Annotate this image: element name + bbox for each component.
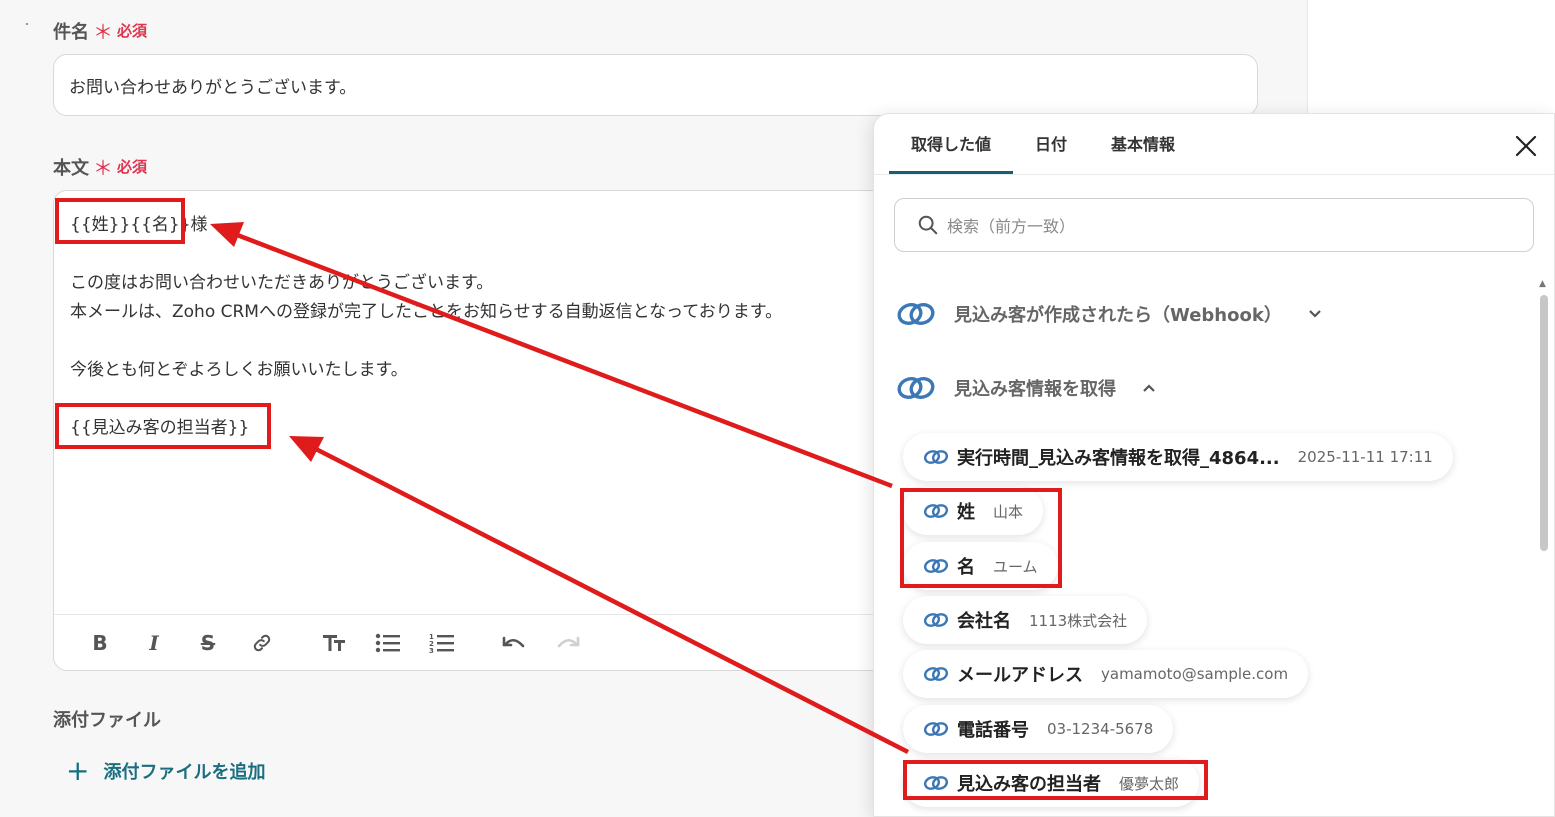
chip-value: 2025-11-11 17:11	[1297, 448, 1433, 466]
chip-name: 会社名	[957, 611, 1011, 632]
value-chip-email[interactable]: メールアドレス yamamoto@sample.com	[903, 650, 1309, 698]
subject-value: お問い合わせありがとうございます。	[69, 77, 357, 98]
body-line	[70, 240, 782, 269]
required-text: 必須	[117, 158, 148, 176]
add-attachment-label: 添付ファイルを追加	[103, 762, 266, 783]
body-line: 今後とも何とぞよろしくお願いいたします。	[70, 360, 408, 380]
required-asterisk: ＊	[93, 20, 113, 44]
search-icon	[918, 215, 938, 235]
section-title: 見込み客情報を取得	[954, 379, 1116, 400]
tab-basic-info[interactable]: 基本情報	[1089, 114, 1197, 174]
tab-date[interactable]: 日付	[1013, 114, 1089, 174]
svg-text:3: 3	[429, 647, 434, 654]
chip-value: 1113株式会社	[1029, 611, 1128, 630]
chevron-up-icon	[1143, 384, 1155, 392]
chip-name: 電話番号	[957, 720, 1029, 741]
required-asterisk: ＊	[93, 156, 113, 180]
panel-tabs: 取得した値 日付 基本情報	[889, 114, 1197, 174]
tabs-divider	[874, 174, 1554, 175]
value-chip-phone[interactable]: 電話番号 03-1234-5678	[903, 705, 1174, 753]
chip-value: 03-1234-5678	[1047, 720, 1154, 738]
add-attachment-button[interactable]: + 添付ファイルを追加	[66, 757, 265, 785]
tab-fetched-values[interactable]: 取得した値	[889, 114, 1014, 174]
search-input[interactable]: 検索（前方一致）	[894, 198, 1534, 252]
strikethrough-icon[interactable]: S	[188, 623, 228, 663]
undo-icon[interactable]	[494, 623, 534, 663]
chip-value: yamamoto@sample.com	[1101, 665, 1289, 683]
attachments-label: 添付ファイル	[53, 710, 161, 731]
link-chain-icon	[923, 722, 949, 736]
value-chip-company[interactable]: 会社名 1113株式会社	[903, 596, 1148, 644]
plus-icon: +	[66, 754, 90, 787]
chip-name: メールアドレス	[957, 665, 1083, 686]
subject-label: 件名 ＊ 必須	[53, 16, 147, 45]
body-line	[70, 327, 782, 356]
annotation-box-owner-chip	[903, 760, 1208, 800]
numbered-list-icon[interactable]: 123	[422, 623, 462, 663]
link-icon[interactable]	[242, 623, 282, 663]
annotation-box-name-chips	[900, 488, 1062, 588]
search-placeholder: 検索（前方一致）	[947, 217, 1076, 236]
annotation-box-owner-var	[55, 403, 271, 449]
bold-icon[interactable]: B	[80, 623, 120, 663]
dot	[26, 23, 28, 25]
link-chain-icon	[923, 667, 949, 681]
body-line: 本メールは、Zoho CRMへの登録が完了したことをお知らせする自動返信となって…	[70, 302, 783, 322]
scroll-up-arrow[interactable]: ▲	[1539, 279, 1546, 289]
section-title: 見込み客が作成されたら（Webhook）	[954, 305, 1282, 326]
scrollbar[interactable]: ▲	[1539, 279, 1549, 816]
value-chip-exec-time[interactable]: 実行時間_見込み客情報を取得_4864... 2025-11-11 17:11	[903, 433, 1453, 481]
chevron-down-icon	[1309, 310, 1321, 318]
section-fetch-lead[interactable]: 見込み客情報を取得	[896, 374, 1156, 402]
section-webhook[interactable]: 見込み客が作成されたら（Webhook）	[896, 300, 1322, 328]
bullet-list-icon[interactable]	[368, 623, 408, 663]
redo-icon[interactable]	[548, 623, 588, 663]
value-picker-panel: 取得した値 日付 基本情報 検索（前方一致） 見込み客が作成されたら（Webho…	[873, 113, 1555, 817]
body-line: この度はお問い合わせいただきありがとうございます。	[70, 273, 494, 293]
chip-name: 実行時間_見込み客情報を取得_4864...	[957, 448, 1280, 469]
close-icon[interactable]	[1514, 134, 1538, 158]
body-label-text: 本文	[53, 157, 89, 179]
link-chain-icon	[923, 613, 949, 627]
editor-toolbar: B I S 123	[54, 614, 952, 670]
zoho-link-icon	[897, 303, 935, 325]
link-chain-icon	[923, 450, 949, 464]
subject-input[interactable]: お問い合わせありがとうございます。	[53, 54, 1258, 116]
subject-label-text: 件名	[53, 21, 89, 43]
annotation-box-name-vars	[55, 198, 185, 244]
text-size-icon[interactable]	[314, 623, 354, 663]
body-label: 本文 ＊ 必須	[53, 152, 147, 181]
italic-icon[interactable]: I	[134, 623, 174, 663]
scrollbar-thumb[interactable]	[1540, 295, 1548, 551]
required-text: 必須	[117, 22, 148, 40]
zoho-link-icon	[897, 377, 935, 399]
